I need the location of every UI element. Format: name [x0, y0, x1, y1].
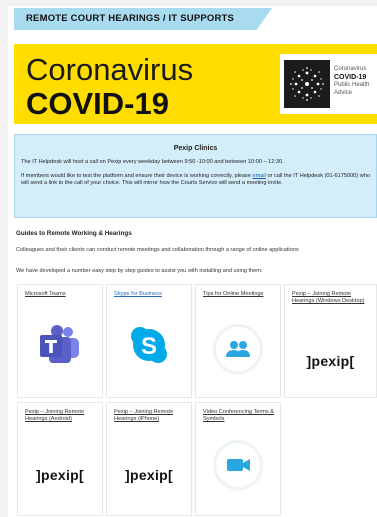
page-title: REMOTE COURT HEARINGS / IT SUPPORTS [26, 13, 235, 24]
clinic-paragraph: The IT Helpdesk will host a call on Pexi… [21, 159, 284, 165]
people-icon [216, 327, 260, 371]
people-icon-wrap [196, 327, 280, 376]
clinic-text: If members would like to test the platfo… [21, 173, 253, 179]
guide-card-teams[interactable]: Microsoft Teams [17, 284, 103, 398]
logo-line: Coronavirus [334, 66, 367, 72]
card-title-link[interactable]: Skype for Business [114, 291, 188, 298]
header-banner: REMOTE COURT HEARINGS / IT SUPPORTS [14, 8, 272, 30]
guide-card-video-terms[interactable]: Video Conferencing Terms & Symbols [195, 402, 281, 516]
logo-line: Advice [334, 89, 353, 96]
banner-title-line2: COVID-19 [26, 86, 169, 121]
logo-line: COVID-19 [334, 73, 367, 81]
pexip-logo: ]pexip[ [285, 353, 376, 371]
skype-icon: S [107, 325, 191, 370]
covid-logo: Coronavirus COVID-19 Public Health Advic… [280, 54, 377, 114]
video-camera-icon [216, 443, 260, 487]
card-title-link[interactable]: Pexip – Joining Remote Hearings (iPhone) [114, 409, 188, 423]
guide-card-skype[interactable]: Skype for Business S [106, 284, 192, 398]
pexip-clinics-box: Pexip Clinics The IT Helpdesk will host … [14, 134, 377, 218]
page: REMOTE COURT HEARINGS / IT SUPPORTS Coro… [8, 6, 377, 517]
pexip-logo: ]pexip[ [18, 467, 102, 485]
email-link[interactable]: email [253, 173, 266, 179]
card-title-link[interactable]: Tips for Online Meetings [203, 291, 277, 298]
card-title-link[interactable]: Pexip – Joining Remote Hearings (Windows… [292, 291, 366, 305]
logo-line: Public Health [334, 82, 370, 88]
pexip-logo-text: ]pexip[ [306, 353, 355, 369]
pexip-logo-text: ]pexip[ [125, 467, 173, 483]
logo-text: Coronavirus COVID-19 Public Health Advic… [334, 66, 369, 97]
pexip-logo: ]pexip[ [107, 467, 191, 485]
guides-heading: Guides to Remote Working & Hearings [16, 230, 132, 237]
covid-banner[interactable]: Coronavirus COVID-19 Coronavirus COVID-1… [14, 44, 377, 124]
card-title-link[interactable]: Pexip – Joining Remote Hearings (Android… [25, 409, 99, 423]
teams-icon [18, 323, 102, 372]
guide-card-tips[interactable]: Tips for Online Meetings [195, 284, 281, 398]
guide-card-pexip-windows[interactable]: Pexip – Joining Remote Hearings (Windows… [284, 284, 377, 398]
video-icon-wrap [196, 443, 280, 492]
pexip-logo-text: ]pexip[ [36, 467, 84, 483]
clinic-paragraph: If members would like to test the platfo… [21, 173, 376, 187]
banner-title-line1: Coronavirus [26, 52, 194, 87]
svg-text:S: S [141, 333, 157, 360]
guides-paragraph: Colleagues and their clients can conduct… [16, 247, 299, 253]
guides-paragraph: We have developed a number easy step by … [16, 268, 263, 274]
card-title-link[interactable]: Microsoft Teams [25, 291, 99, 298]
guide-card-pexip-android[interactable]: Pexip – Joining Remote Hearings (Android… [17, 402, 103, 516]
guide-card-pexip-iphone[interactable]: Pexip – Joining Remote Hearings (iPhone)… [106, 402, 192, 516]
virus-icon [284, 60, 330, 108]
clinic-title: Pexip Clinics [173, 145, 218, 152]
card-title-link[interactable]: Video Conferencing Terms & Symbols [203, 409, 277, 423]
